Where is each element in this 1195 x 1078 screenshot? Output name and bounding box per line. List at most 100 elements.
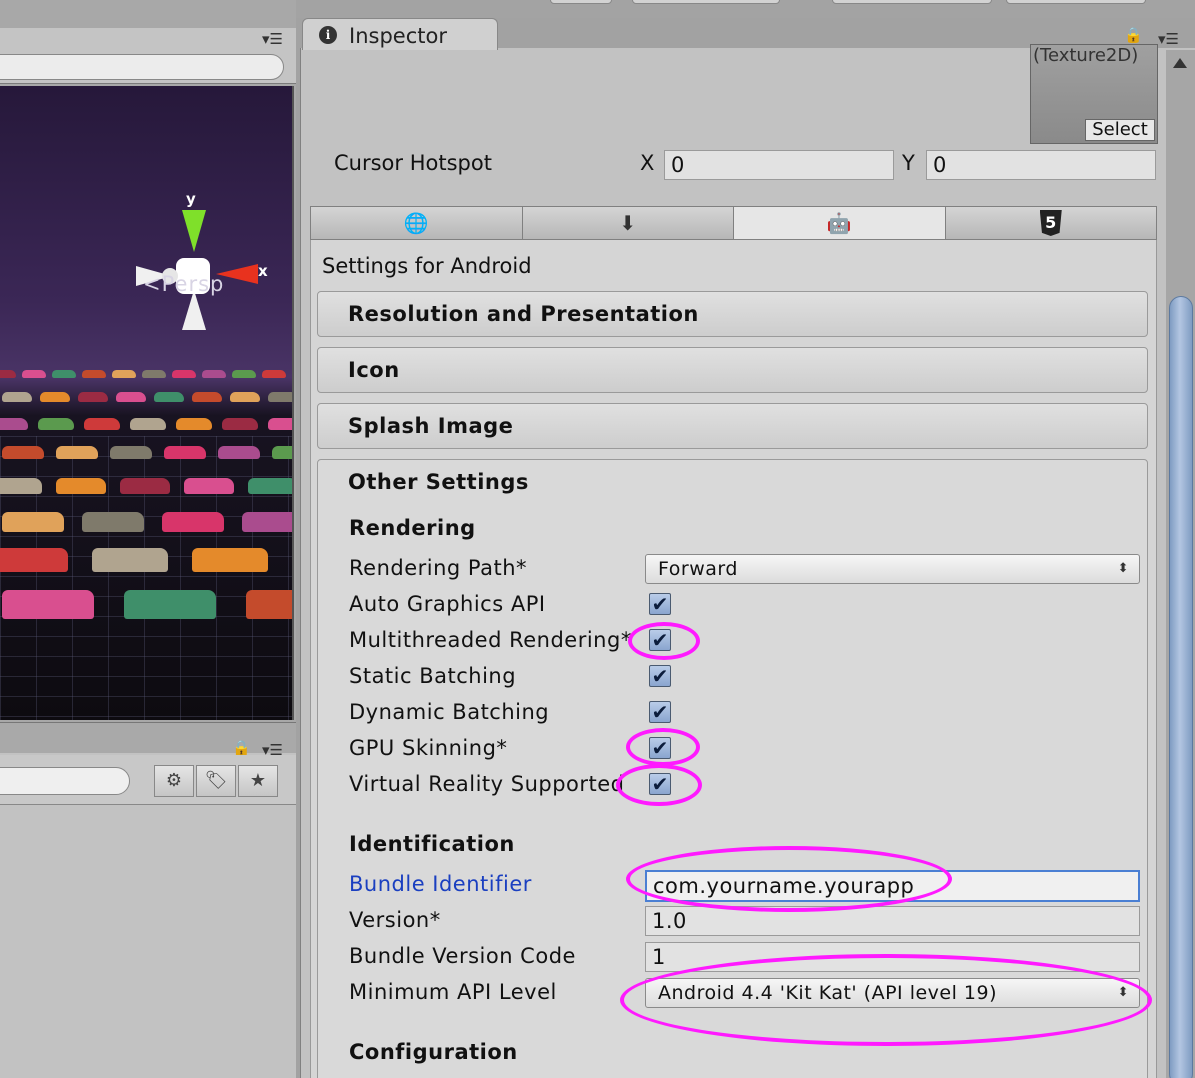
static-batching-checkbox[interactable]: ✔ — [649, 665, 671, 687]
multithreaded-rendering-label: Multithreaded Rendering* — [349, 628, 632, 652]
project-panel-header: 🔒 ▾☰ — [0, 723, 296, 759]
gizmo-x-label: x — [258, 262, 268, 280]
bundle-identifier-label: Bundle Identifier — [349, 872, 532, 896]
favorites-button[interactable]: ★ — [238, 765, 278, 797]
rendering-path-dropdown[interactable]: Forward ⬍ — [645, 554, 1140, 584]
panel-menu-icon[interactable]: ▾☰ — [1158, 30, 1179, 48]
parked-car — [0, 418, 28, 430]
tab-platform-webgl[interactable]: 5 — [945, 207, 1156, 239]
scroll-up-arrow-icon[interactable] — [1173, 58, 1187, 68]
dynamic-batching-checkbox[interactable]: ✔ — [649, 701, 671, 723]
parked-car — [2, 446, 44, 459]
parked-car — [0, 478, 42, 494]
parked-car — [164, 446, 206, 459]
toolbar-button[interactable] — [632, 0, 780, 4]
foldout-icon[interactable]: Icon — [317, 347, 1148, 393]
parked-car — [292, 548, 294, 572]
scene-search-input[interactable] — [0, 54, 284, 80]
parked-car — [82, 370, 106, 378]
toolbar-button[interactable] — [1006, 0, 1146, 4]
parked-car — [130, 418, 166, 430]
parked-car — [268, 392, 292, 402]
virtual-reality-supported-label: Virtual Reality Supported — [349, 772, 625, 796]
project-toolbar: ⚙ 🏷 ★ — [0, 755, 296, 805]
tab-platform-web[interactable]: 🌐 — [311, 207, 523, 239]
foldout-resolution-presentation[interactable]: Resolution and Presentation — [317, 291, 1148, 337]
tab-platform-android[interactable]: 🤖 — [734, 207, 946, 239]
projection-label: Persp — [161, 272, 225, 296]
checkmark-icon: ✔ — [651, 664, 669, 688]
cursor-texture-field[interactable]: (Texture2D) Select — [1030, 44, 1158, 144]
globe-icon: 🌐 — [403, 211, 429, 235]
auto-graphics-api-checkbox[interactable]: ✔ — [649, 593, 671, 615]
checkmark-icon: ✔ — [651, 736, 669, 760]
filter-by-type-button[interactable]: ⚙ — [154, 765, 194, 797]
checkmark-icon: ✔ — [651, 772, 669, 796]
toolbar-button[interactable] — [832, 0, 992, 4]
android-icon: 🤖 — [826, 211, 852, 235]
checkmark-icon: ✔ — [651, 628, 669, 652]
parked-car — [2, 392, 32, 402]
cursor-hotspot-y-field[interactable]: 0 — [926, 150, 1156, 180]
scene-viewport[interactable]: y x <Persp — [0, 86, 294, 720]
bundle-version-code-field[interactable]: 1 — [645, 942, 1140, 972]
texture-select-button[interactable]: Select — [1085, 119, 1155, 141]
bundle-identifier-field[interactable]: com.yourname.yourapp — [645, 870, 1140, 902]
lock-icon[interactable]: 🔒 — [1124, 26, 1143, 44]
gpu-skinning-checkbox[interactable]: ✔ — [649, 737, 671, 759]
projection-toggle[interactable]: <Persp — [143, 272, 224, 296]
foldout-label: Resolution and Presentation — [348, 302, 699, 326]
other-settings-title[interactable]: Other Settings — [348, 470, 529, 494]
version-field[interactable]: 1.0 — [645, 906, 1140, 936]
filter-by-label-button[interactable]: 🏷 — [196, 765, 236, 797]
parked-car — [242, 512, 292, 532]
parked-car — [2, 512, 64, 532]
updown-arrows-icon: ⬍ — [1117, 985, 1129, 1000]
foldout-splash-image[interactable]: Splash Image — [317, 403, 1148, 449]
cursor-hotspot-x-field[interactable]: 0 — [664, 150, 894, 180]
tab-inspector[interactable]: i Inspector — [302, 18, 498, 50]
virtual-reality-supported-checkbox[interactable]: ✔ — [649, 773, 671, 795]
inspector-scrollbar[interactable] — [1166, 50, 1195, 1078]
parked-car — [162, 512, 224, 532]
scrollbar-thumb[interactable] — [1169, 296, 1193, 1078]
parked-car — [40, 392, 70, 402]
project-panel: 🔒 ▾☰ ⚙ 🏷 ★ — [0, 722, 296, 1078]
parked-car — [142, 370, 166, 378]
parked-car — [116, 392, 146, 402]
parked-car — [120, 478, 170, 494]
inspector-tab-label: Inspector — [349, 24, 447, 48]
parked-car — [2, 590, 94, 619]
toolbar-button[interactable] — [550, 0, 612, 4]
cursor-hotspot-label: Cursor Hotspot — [334, 151, 492, 175]
minimum-api-level-dropdown[interactable]: Android 4.4 'Kit Kat' (API level 19) ⬍ — [645, 978, 1140, 1008]
dynamic-batching-label: Dynamic Batching — [349, 700, 550, 724]
parked-car — [56, 478, 106, 494]
parked-car — [82, 512, 144, 532]
rendering-path-label: Rendering Path* — [349, 556, 528, 580]
parked-car — [222, 418, 258, 430]
multithreaded-rendering-checkbox[interactable]: ✔ — [649, 629, 671, 651]
parked-car — [0, 370, 16, 378]
parked-car — [110, 446, 152, 459]
parked-car — [192, 548, 268, 572]
project-search-input[interactable] — [0, 767, 130, 795]
panel-menu-icon[interactable]: ▾☰ — [262, 30, 283, 48]
parked-car — [84, 418, 120, 430]
star-icon: ★ — [249, 770, 267, 791]
auto-graphics-api-label: Auto Graphics API — [349, 592, 546, 616]
parked-car — [112, 370, 136, 378]
scene-gizmo[interactable]: y x — [130, 186, 280, 346]
parked-car — [78, 392, 108, 402]
minimum-api-level-label: Minimum API Level — [349, 980, 557, 1004]
parked-car — [38, 418, 74, 430]
parked-car — [262, 370, 286, 378]
static-batching-label: Static Batching — [349, 664, 517, 688]
cursor-hotspot-x-label: X — [640, 151, 655, 175]
parked-car — [56, 446, 98, 459]
tab-platform-standalone[interactable]: ⬇ — [522, 207, 734, 239]
parked-car — [0, 548, 68, 572]
parked-car — [52, 370, 76, 378]
checkmark-icon: ✔ — [651, 592, 669, 616]
parked-car — [268, 418, 292, 430]
